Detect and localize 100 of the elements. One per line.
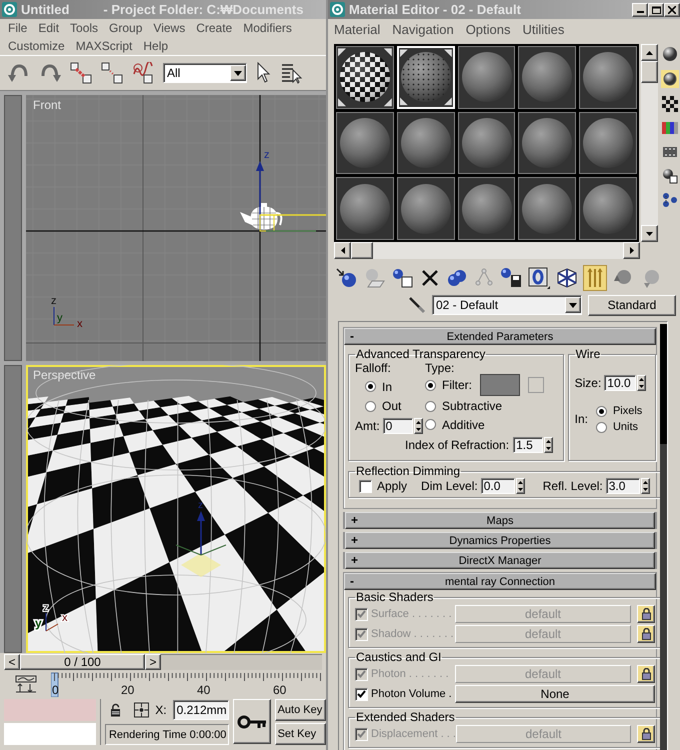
menu-item[interactable]: Help	[143, 39, 168, 53]
shader-button[interactable]: None	[455, 685, 655, 703]
sphere-box-icon[interactable]	[392, 267, 414, 289]
spinner-arrows[interactable]	[640, 478, 650, 494]
current-frame-marker[interactable]	[51, 672, 58, 697]
panel-scrollbar[interactable]	[660, 324, 667, 750]
material-slot[interactable]	[396, 112, 455, 174]
group-title: Extended Shaders	[355, 710, 456, 724]
checker-icon[interactable]	[662, 96, 678, 112]
lock-icon[interactable]	[110, 703, 120, 717]
menu-item[interactable]: Edit	[38, 21, 60, 35]
rollout-header[interactable]: + DirectX Manager	[345, 552, 655, 569]
radio-button[interactable]: Subtractive	[425, 399, 502, 413]
minimize-icon	[636, 11, 644, 13]
sphere-box-icon[interactable]	[662, 168, 678, 184]
scroll-thumb[interactable]	[351, 242, 373, 259]
eyedropper-icon[interactable]	[408, 296, 426, 314]
dots-icon[interactable]	[662, 192, 678, 208]
material-name-dropdown[interactable]: 02 - Default	[432, 295, 582, 315]
two-spheres-icon[interactable]	[446, 267, 468, 289]
radio-button[interactable]: Units	[596, 421, 642, 433]
color-bars-icon[interactable]	[662, 120, 678, 136]
vertical-scrollbar[interactable]	[641, 44, 658, 242]
checkbox[interactable]: Photon Volume .	[355, 688, 455, 700]
number-field[interactable]: 1.5	[513, 436, 544, 452]
move-gizmo[interactable]	[256, 161, 326, 232]
redo-icon[interactable]	[39, 63, 61, 83]
radio-button[interactable]: Filter:	[425, 378, 472, 392]
axis-label: y	[57, 312, 62, 324]
filter-color-swatch[interactable]	[480, 374, 520, 396]
radio-button[interactable]: Additive	[425, 418, 485, 432]
unlink-icon[interactable]	[101, 62, 123, 84]
maximize-button[interactable]	[648, 2, 664, 16]
perspective-viewport[interactable]: Perspective z z y x	[26, 365, 326, 653]
auto-key-button[interactable]: Auto Key	[274, 699, 326, 721]
material-slot[interactable]	[518, 112, 576, 174]
previous-frame-button[interactable]: <	[4, 654, 20, 670]
minimize-button[interactable]	[632, 2, 648, 16]
scroll-left-icon	[340, 247, 344, 254]
delete-icon[interactable]	[420, 268, 440, 288]
radio-button[interactable]: Out	[365, 399, 402, 413]
cursor-icon[interactable]	[256, 62, 272, 84]
number-field[interactable]: 3.0	[606, 478, 640, 494]
menu-item[interactable]: Material	[334, 22, 380, 36]
key-mode-button[interactable]	[232, 699, 271, 744]
selection-filter-dropdown[interactable]: All	[163, 63, 247, 83]
select-by-name-icon[interactable]	[281, 62, 303, 84]
spinner-arrows[interactable]	[544, 436, 554, 452]
move-gizmo[interactable]	[176, 511, 226, 577]
rollout-header[interactable]: + Dynamics Properties	[345, 532, 655, 549]
checker-cube-icon[interactable]	[556, 267, 578, 289]
film-icon[interactable]	[662, 144, 678, 160]
wave-link-icon[interactable]	[132, 62, 154, 84]
material-slot[interactable]	[458, 112, 516, 174]
curve-editor-icon[interactable]	[15, 675, 37, 693]
checkmark-icon	[357, 610, 366, 618]
menu-item[interactable]: Options	[466, 22, 510, 36]
menu-item[interactable]: Tools	[70, 21, 98, 35]
save-icon[interactable]	[500, 267, 522, 289]
sphere-icon[interactable]	[662, 46, 678, 62]
number-field[interactable]: 10.0	[604, 375, 636, 391]
coordinate-field[interactable]: 0.212mm	[172, 700, 229, 720]
key-icon	[236, 714, 267, 728]
menu-item[interactable]: File	[8, 21, 28, 35]
menu-item[interactable]: Views	[153, 21, 186, 35]
rollout-header[interactable]: + Maps	[345, 512, 655, 529]
spinner-arrows[interactable]	[637, 375, 646, 391]
spinner-arrows[interactable]	[516, 478, 525, 494]
set-key-button[interactable]: Set Key	[274, 723, 326, 745]
radio-button[interactable]: Pixels	[596, 405, 642, 417]
undo-icon[interactable]	[8, 63, 30, 83]
material-type-button[interactable]: Standard	[588, 294, 676, 316]
menu-item[interactable]: Customize	[8, 39, 65, 53]
material-slot[interactable]	[579, 112, 638, 174]
rollout-header[interactable]: - mental ray Connection	[344, 573, 656, 590]
sphere-arrow-icon[interactable]	[336, 267, 358, 289]
front-viewport[interactable]: Front z z y x	[26, 95, 326, 361]
time-slider-thumb[interactable]: 0 / 100	[20, 654, 145, 670]
menu-item[interactable]: MAXScript	[76, 39, 132, 53]
number-field[interactable]: 0.0	[480, 478, 515, 494]
next-frame-button[interactable]: >	[145, 654, 161, 670]
coordinate-label: X:	[155, 703, 167, 717]
scroll-thumb[interactable]	[641, 61, 658, 83]
link-icon[interactable]	[70, 62, 92, 84]
radio-button[interactable]: In	[365, 380, 392, 394]
menu-item[interactable]: Utilities	[522, 22, 564, 36]
field-label: Index of Refraction:	[405, 438, 510, 452]
menu-item[interactable]: Modifiers	[243, 21, 292, 35]
menu-item[interactable]: Group	[109, 21, 142, 35]
number-field[interactable]: 0	[382, 418, 413, 434]
horizontal-scrollbar[interactable]	[334, 242, 640, 259]
rollout-header[interactable]: - Extended Parameters	[344, 328, 656, 345]
frame-number: 60	[273, 683, 286, 697]
close-button[interactable]	[664, 2, 680, 16]
window-title: Material Editor - 02 - Default	[349, 2, 521, 17]
backlight-sphere-icon[interactable]	[661, 70, 680, 88]
menu-item[interactable]: Create	[196, 21, 232, 35]
menu-item[interactable]: Navigation	[392, 22, 454, 36]
checkbox[interactable]: Apply	[359, 479, 408, 493]
spinner-arrows[interactable]	[414, 418, 423, 434]
